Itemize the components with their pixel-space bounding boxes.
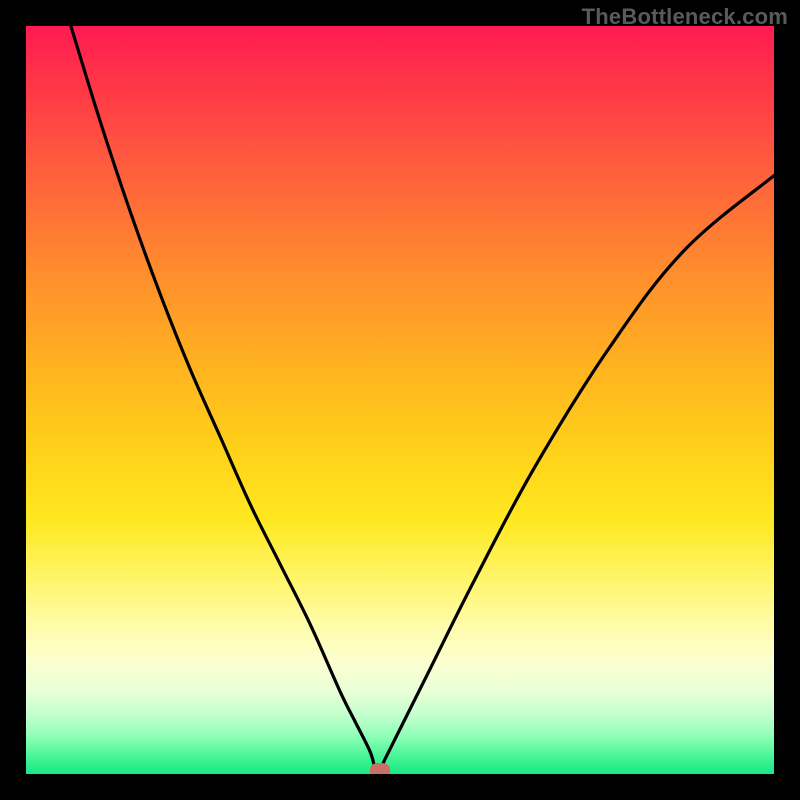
plot-area [26,26,774,774]
chart-frame: TheBottleneck.com [0,0,800,800]
optimal-point-marker [370,763,390,774]
bottleneck-curve [26,26,774,774]
